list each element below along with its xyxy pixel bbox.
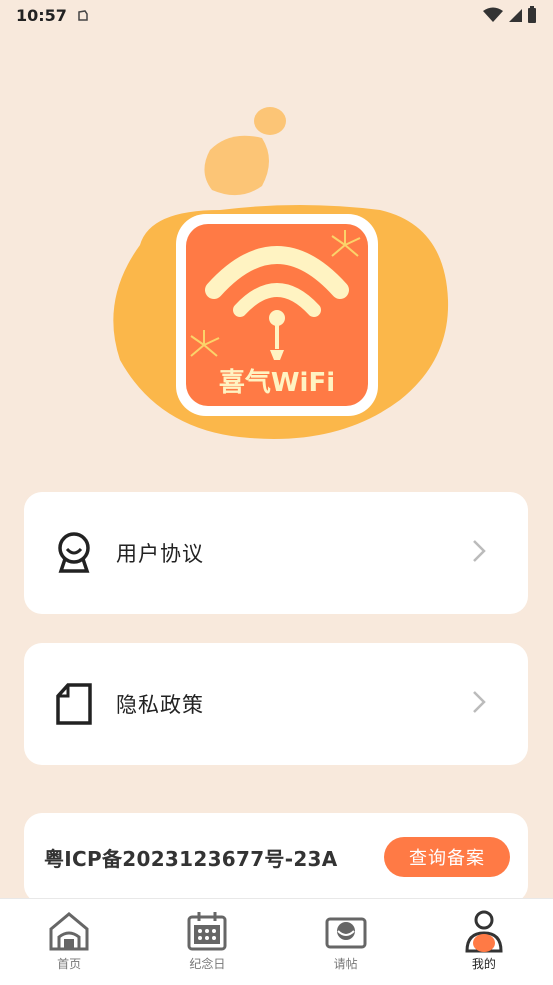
wifi-signal-icon [483,7,503,27]
chevron-right-icon [472,690,486,718]
document-icon [52,682,96,726]
privacy-policy-card[interactable]: 隐私政策 [24,643,528,765]
tab-home-label: 首页 [57,957,82,971]
icp-record-text: 粤ICP备2023123677号-23A [44,847,338,871]
wifi-logo-icon [113,107,449,439]
home-icon [47,909,91,953]
status-time: 10:57 [16,6,67,25]
icp-card: 粤ICP备2023123677号-23A 查询备案 [24,813,528,903]
logo-text: 喜气WiFi [218,368,336,398]
bottom-tab-bar: 首页 纪念日 请帖 我的 [0,898,553,985]
tab-invitation[interactable]: 请帖 [277,899,415,985]
user-agreement-card[interactable]: 用户协议 [24,492,528,614]
user-agreement-label: 用户协议 [116,542,204,566]
app-logo-hero: 喜气WiFi [0,60,553,460]
tab-profile-label: 我的 [471,957,496,971]
status-bar: 10:57 [0,0,553,32]
invitation-icon [324,909,368,953]
battery-icon [527,6,537,28]
profile-icon [462,909,506,953]
user-agreement-icon [52,531,96,575]
tab-anniversary[interactable]: 纪念日 [138,899,276,985]
cell-signal-icon [507,7,523,27]
query-record-button[interactable]: 查询备案 [384,837,510,877]
notification-icon [76,8,90,27]
chevron-right-icon [472,539,486,567]
calendar-icon [185,909,229,953]
tab-profile[interactable]: 我的 [415,899,553,985]
privacy-policy-label: 隐私政策 [116,693,204,717]
tab-invitation-label: 请帖 [333,957,358,971]
tab-home[interactable]: 首页 [0,899,138,985]
tab-anniversary-label: 纪念日 [189,957,226,971]
